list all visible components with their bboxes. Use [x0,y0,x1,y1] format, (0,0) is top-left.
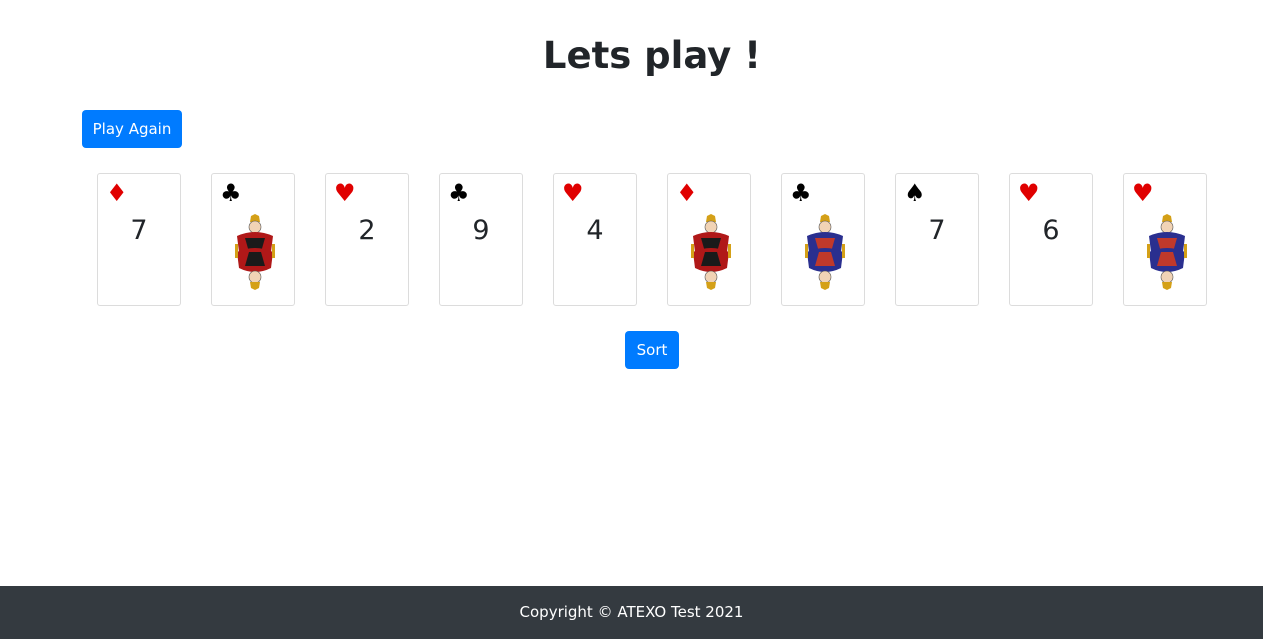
playing-card: ♣ 9 [439,173,523,306]
copyright-text: Copyright © ATEXO Test 2021 [519,603,744,621]
club-icon: ♣ [448,179,470,207]
spade-icon: ♠ [904,179,926,207]
diamond-icon: ♦ [676,179,698,207]
playing-card: ♥ 4 [553,173,637,306]
play-again-button[interactable]: Play Again [82,110,182,148]
playing-card: ♥ 2 [325,173,409,306]
card-rank: 9 [472,215,490,246]
heart-icon: ♥ [334,179,356,207]
heart-icon: ♥ [1018,179,1040,207]
playing-card: ♣ [211,173,295,306]
club-icon: ♣ [220,179,242,207]
face-card-image [227,214,283,290]
card-hand: ♦ 7 ♣ ♥ 2 ♣ 9 ♥ 4 ♦ ♣ ♠ 7 ♥ 6 ♥ [0,173,1263,306]
diamond-icon: ♦ [106,179,128,207]
playing-card: ♥ 6 [1009,173,1093,306]
playing-card: ♠ 7 [895,173,979,306]
playing-card: ♥ [1123,173,1207,306]
club-icon: ♣ [790,179,812,207]
card-rank: 7 [130,215,148,246]
card-rank: 4 [586,215,604,246]
sort-button[interactable]: Sort [625,331,679,369]
face-card-image [797,214,853,290]
card-rank: 2 [358,215,376,246]
card-rank: 7 [928,215,946,246]
page-title: Lets play ! [542,34,762,77]
face-card-image [1139,214,1195,290]
playing-card: ♦ [667,173,751,306]
heart-icon: ♥ [1132,179,1154,207]
footer: Copyright © ATEXO Test 2021 [0,586,1263,639]
playing-card: ♦ 7 [97,173,181,306]
heart-icon: ♥ [562,179,584,207]
playing-card: ♣ [781,173,865,306]
card-rank: 6 [1042,215,1060,246]
face-card-image [683,214,739,290]
